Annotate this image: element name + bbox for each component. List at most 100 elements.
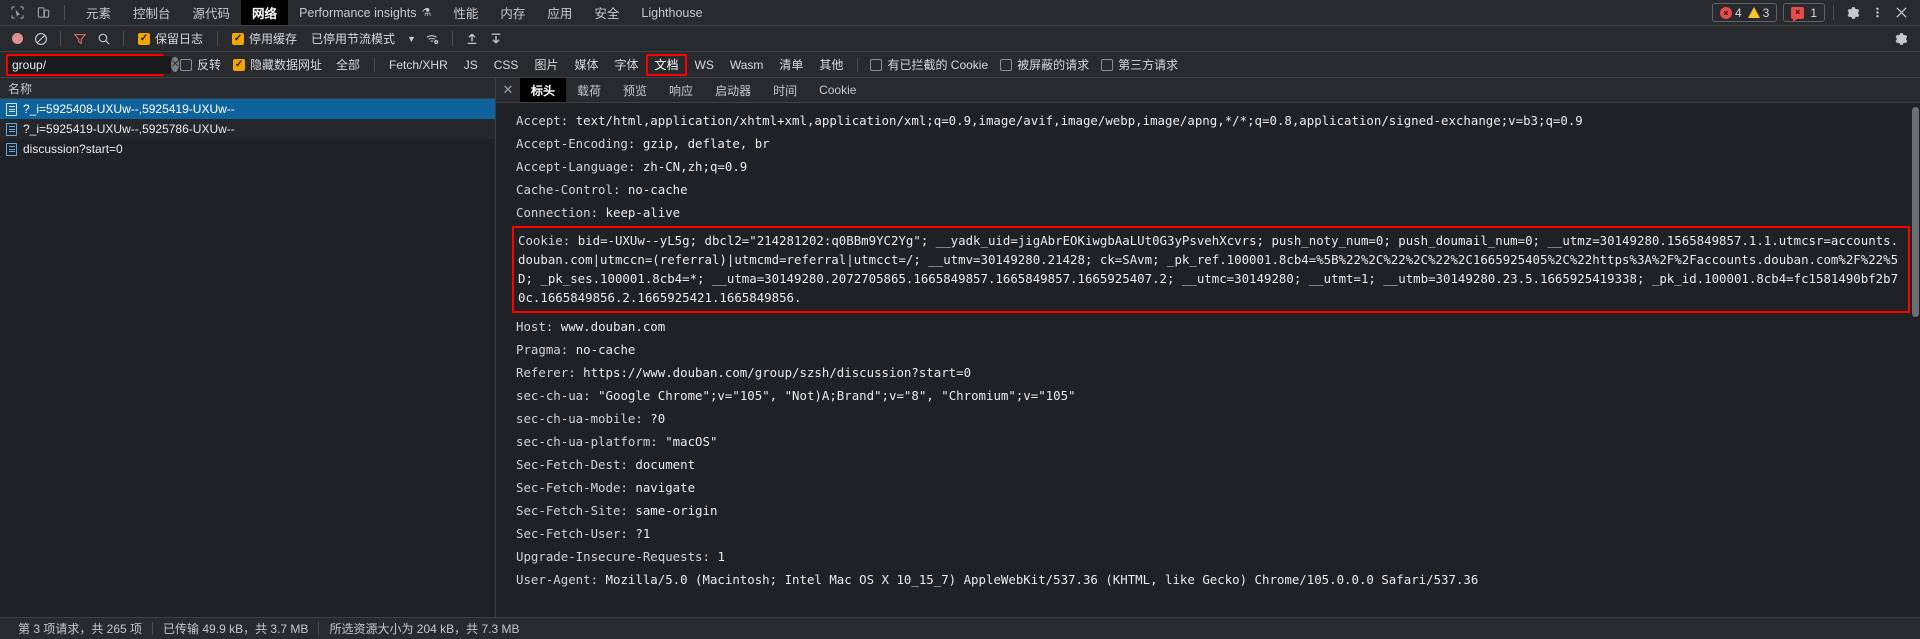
filter-type-other[interactable]: 其他 bbox=[811, 56, 851, 74]
message-count: 1 bbox=[1810, 6, 1817, 20]
chevron-down-icon[interactable]: ▼ bbox=[403, 34, 420, 44]
checkbox-unchecked-icon bbox=[870, 59, 882, 71]
header-value: same-origin bbox=[635, 503, 717, 518]
blocked-requests-checkbox[interactable]: 被屏蔽的请求 bbox=[994, 56, 1095, 73]
filter-type-img[interactable]: 图片 bbox=[526, 56, 566, 74]
checkbox-checked-icon: ✓ bbox=[138, 33, 150, 45]
filter-input[interactable] bbox=[8, 56, 171, 74]
hide-data-urls-label: 隐藏数据网址 bbox=[250, 56, 322, 73]
issues-counter-group[interactable]: × 4 3 bbox=[1712, 3, 1777, 22]
tab-cookies[interactable]: Cookie bbox=[808, 78, 867, 102]
table-row[interactable]: discussion?start=0 bbox=[0, 139, 495, 159]
filter-type-media[interactable]: 媒体 bbox=[566, 56, 606, 74]
search-icon[interactable] bbox=[93, 29, 115, 49]
header-value: www.douban.com bbox=[561, 319, 665, 334]
tab-elements[interactable]: 元素 bbox=[75, 0, 122, 25]
devtools-tool-icons bbox=[0, 0, 75, 25]
filter-type-fetch-xhr[interactable]: Fetch/XHR bbox=[381, 56, 456, 74]
third-party-checkbox[interactable]: 第三方请求 bbox=[1095, 56, 1184, 73]
filter-type-manifest[interactable]: 清单 bbox=[771, 56, 811, 74]
tab-performance-insights[interactable]: Performance insights ⚗ bbox=[288, 0, 442, 25]
tab-performance[interactable]: 性能 bbox=[442, 0, 489, 25]
network-settings-gear-icon[interactable] bbox=[1892, 29, 1914, 49]
header-name: Sec-Fetch-Dest: bbox=[516, 457, 628, 472]
blocked-cookies-checkbox[interactable]: 有已拦截的 Cookie bbox=[864, 56, 994, 73]
blocked-cookies-label: 有已拦截的 Cookie bbox=[887, 56, 988, 73]
preserve-log-checkbox[interactable]: ✓ 保留日志 bbox=[132, 30, 209, 47]
table-row[interactable]: ?_i=5925408-UXUw--,5925419-UXUw-- bbox=[0, 99, 495, 119]
network-main-area: 名称 ?_i=5925408-UXUw--,5925419-UXUw-- ?_i… bbox=[0, 78, 1920, 617]
hide-data-urls-checkbox[interactable]: ✓ 隐藏数据网址 bbox=[227, 56, 328, 73]
header-row: Accept-Encoding: gzip, deflate, br bbox=[496, 132, 1920, 155]
checkbox-checked-icon: ✓ bbox=[232, 33, 244, 45]
import-har-icon[interactable] bbox=[461, 29, 483, 49]
header-name: Sec-Fetch-User: bbox=[516, 526, 628, 541]
close-detail-icon[interactable]: ✕ bbox=[496, 78, 520, 102]
kebab-menu-icon[interactable] bbox=[1866, 3, 1888, 23]
experiment-flask-icon: ⚗ bbox=[421, 6, 431, 19]
header-name: Cache-Control: bbox=[516, 182, 620, 197]
vertical-scrollbar[interactable] bbox=[1912, 107, 1919, 317]
topbar-divider bbox=[1833, 5, 1834, 20]
tab-label: Performance insights bbox=[299, 6, 416, 20]
gear-icon[interactable] bbox=[1842, 3, 1864, 23]
error-counter[interactable]: × 4 bbox=[1720, 6, 1742, 20]
tab-sources[interactable]: 源代码 bbox=[182, 0, 242, 25]
header-name: User-Agent: bbox=[516, 572, 598, 587]
disable-cache-checkbox[interactable]: ✓ 停用缓存 bbox=[226, 30, 303, 47]
warning-counter[interactable]: 3 bbox=[1748, 6, 1770, 20]
message-counter-group[interactable]: × 1 bbox=[1783, 3, 1825, 22]
filter-type-css[interactable]: CSS bbox=[486, 56, 527, 74]
toolbar-divider bbox=[452, 31, 453, 46]
header-name: Sec-Fetch-Site: bbox=[516, 503, 628, 518]
tab-label: 网络 bbox=[252, 3, 277, 22]
invert-checkbox[interactable]: 反转 bbox=[174, 56, 227, 73]
export-har-icon[interactable] bbox=[485, 29, 507, 49]
tab-label: 预览 bbox=[623, 82, 647, 99]
filter-type-font[interactable]: 字体 bbox=[606, 56, 646, 74]
table-row[interactable]: ?_i=5925419-UXUw--,5925786-UXUw-- bbox=[0, 119, 495, 139]
tab-payload[interactable]: 载荷 bbox=[566, 78, 612, 102]
header-row: Sec-Fetch-Dest: document bbox=[496, 453, 1920, 476]
throttling-label[interactable]: 已停用节流模式 bbox=[305, 30, 401, 47]
tab-console[interactable]: 控制台 bbox=[122, 0, 182, 25]
blocked-requests-label: 被屏蔽的请求 bbox=[1017, 56, 1089, 73]
device-toolbar-icon[interactable] bbox=[32, 3, 54, 23]
tab-timing[interactable]: 时间 bbox=[762, 78, 808, 102]
filter-type-ws[interactable]: WS bbox=[687, 56, 722, 74]
clear-network-log-icon[interactable] bbox=[30, 29, 52, 49]
tab-response[interactable]: 响应 bbox=[658, 78, 704, 102]
tab-network[interactable]: 网络 bbox=[241, 0, 288, 25]
toolbar-divider bbox=[217, 31, 218, 46]
inspect-cursor-icon[interactable] bbox=[6, 3, 28, 23]
tab-memory[interactable]: 内存 bbox=[489, 0, 536, 25]
header-name: Sec-Fetch-Mode: bbox=[516, 480, 628, 495]
tab-security[interactable]: 安全 bbox=[583, 0, 630, 25]
header-name: Pragma: bbox=[516, 342, 568, 357]
third-party-label: 第三方请求 bbox=[1118, 56, 1178, 73]
network-conditions-icon[interactable] bbox=[422, 29, 444, 49]
filter-type-all[interactable]: 全部 bbox=[328, 56, 368, 74]
warning-triangle-icon bbox=[1748, 7, 1760, 18]
header-value: 1 bbox=[717, 549, 724, 564]
preserve-log-label: 保留日志 bbox=[155, 30, 203, 47]
filter-type-js[interactable]: JS bbox=[456, 56, 486, 74]
filter-type-doc[interactable]: 文档 bbox=[646, 54, 686, 76]
tab-preview[interactable]: 预览 bbox=[612, 78, 658, 102]
tab-lighthouse[interactable]: Lighthouse bbox=[630, 0, 713, 25]
header-value: ?1 bbox=[635, 526, 650, 541]
filter-type-wasm[interactable]: Wasm bbox=[722, 56, 772, 74]
close-icon[interactable] bbox=[1890, 3, 1912, 23]
record-button-icon[interactable] bbox=[6, 29, 28, 49]
tab-initiator[interactable]: 启动器 bbox=[704, 78, 762, 102]
tab-application[interactable]: 应用 bbox=[536, 0, 583, 25]
header-row: Pragma: no-cache bbox=[496, 338, 1920, 361]
header-value: ?0 bbox=[650, 411, 665, 426]
header-row: sec-ch-ua-mobile: ?0 bbox=[496, 407, 1920, 430]
network-status-bar: 第 3 项请求，共 265 项 已传输 49.9 kB，共 3.7 MB 所选资… bbox=[0, 617, 1920, 639]
toolbar-divider bbox=[123, 31, 124, 46]
tab-headers[interactable]: 标头 bbox=[520, 78, 566, 102]
request-list[interactable]: ?_i=5925408-UXUw--,5925419-UXUw-- ?_i=59… bbox=[0, 99, 495, 617]
header-name: sec-ch-ua-platform: bbox=[516, 434, 658, 449]
filter-funnel-icon[interactable] bbox=[69, 29, 91, 49]
